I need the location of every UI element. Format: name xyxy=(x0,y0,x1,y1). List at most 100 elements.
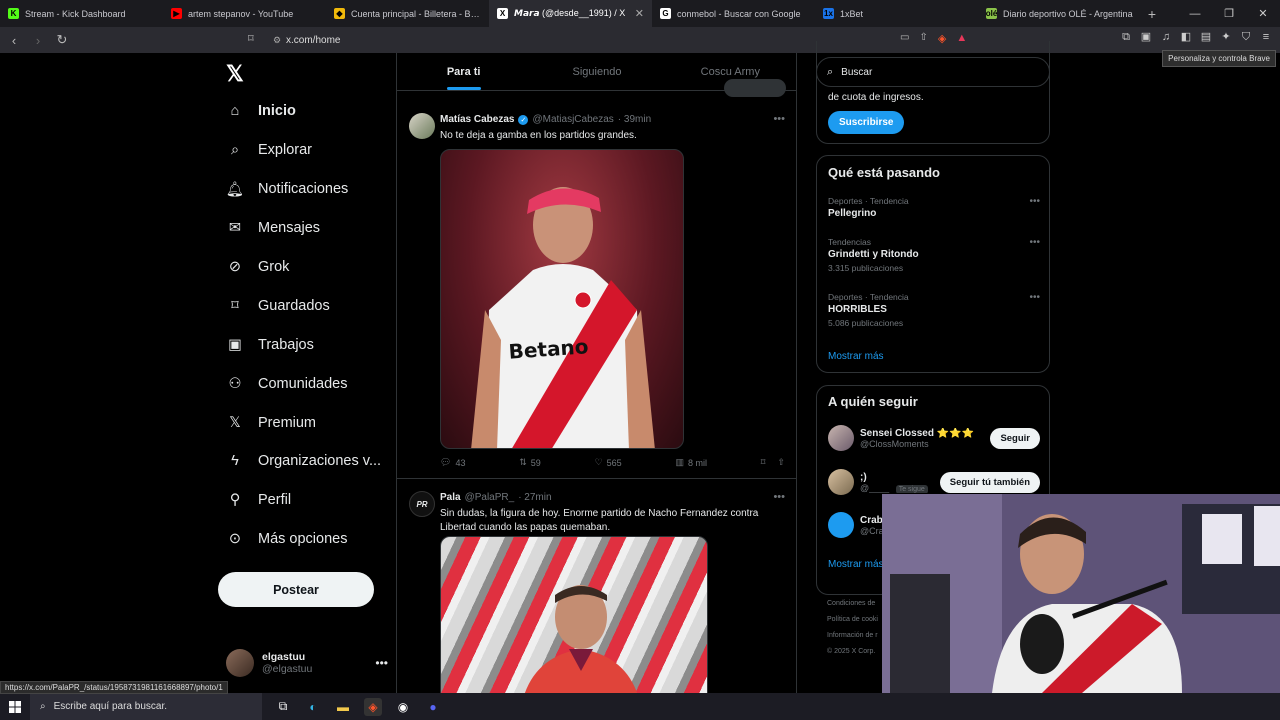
follow-button[interactable]: Seguir tú también xyxy=(939,471,1040,493)
sidebar-item-mensajes[interactable]: ✉ Mensajes xyxy=(226,219,320,237)
discord-icon[interactable]: ● xyxy=(424,698,442,716)
retweet-button[interactable]: ⇅ 59 xyxy=(519,457,541,468)
sidebar-item-label: Perfil xyxy=(258,492,292,508)
tab-siguiendo[interactable]: Siguiendo xyxy=(530,53,663,90)
sidebar-item-grok[interactable]: ⊘ Grok xyxy=(226,258,290,276)
footer-link[interactable]: © 2025 X Corp. xyxy=(827,644,878,660)
search-icon: ⌕ xyxy=(827,65,834,78)
sidebar-item-inicio[interactable]: ⌂ Inicio xyxy=(226,102,296,120)
author-name[interactable]: Pala xyxy=(440,492,461,503)
like-button[interactable]: ♡ 565 xyxy=(595,457,622,468)
browser-tab[interactable]: G conmebol - Buscar con Google xyxy=(652,0,815,27)
more-icon[interactable]: ••• xyxy=(1029,196,1040,207)
author-handle[interactable]: @MatiasjCabezas xyxy=(532,114,613,125)
footer-link[interactable]: Condiciones de xyxy=(827,596,878,612)
brave-icon[interactable]: ◈ xyxy=(364,697,382,716)
sidebar-item-notificaciones[interactable]: 🔔︎ Notificaciones xyxy=(226,180,348,198)
avatar[interactable]: PR xyxy=(409,491,435,517)
show-more-link[interactable]: Mostrar más xyxy=(828,351,884,362)
close-tab-icon[interactable]: ✕ xyxy=(635,7,644,20)
browser-tab[interactable]: olé Diario deportivo OLÉ - Argentina xyxy=(978,0,1141,27)
share-icon[interactable]: ⇧ xyxy=(777,457,785,468)
windows-start-icon[interactable] xyxy=(0,693,30,720)
reader-icon[interactable]: ▣ xyxy=(1140,31,1152,43)
obs-icon[interactable]: ◉ xyxy=(394,698,412,716)
taskbar-search-input[interactable]: ⌕ Escribe aquí para buscar. xyxy=(30,693,262,720)
new-posts-pill[interactable] xyxy=(724,79,786,97)
more-icon[interactable]: ••• xyxy=(375,656,388,670)
tweet-photo[interactable] xyxy=(440,536,708,693)
footer-link[interactable]: Información de r xyxy=(827,628,878,644)
sidebar-item-trabajos[interactable]: ▣ Trabajos xyxy=(226,336,314,354)
tweet[interactable]: Matías Cabezas ✓ @MatiasjCabezas · 39min… xyxy=(397,101,796,479)
author-handle[interactable]: @PalaPR_ xyxy=(465,492,515,503)
trend-item[interactable]: Deportes · Tendencia HORRIBLES 5.086 pub… xyxy=(828,292,1040,328)
restore-icon[interactable]: ❐ xyxy=(1212,7,1246,20)
media-icon[interactable]: ♫ xyxy=(1160,31,1172,43)
sidebar-item-más-opciones[interactable]: ⊙ Más opciones xyxy=(226,530,348,548)
close-icon[interactable]: ✕ xyxy=(1246,7,1280,20)
new-tab-button[interactable]: + xyxy=(1141,6,1163,22)
search-input[interactable]: ⌕ Buscar xyxy=(816,57,1050,87)
heart-icon: ♡ xyxy=(594,457,603,467)
extensions-icon[interactable]: ⧉ xyxy=(1120,31,1132,43)
avatar[interactable] xyxy=(409,113,435,139)
site-info-icon[interactable]: ⚙ xyxy=(268,35,286,46)
tweet-time[interactable]: · 39min xyxy=(618,114,651,125)
browser-tab[interactable]: 1x 1xBet xyxy=(815,0,978,27)
browser-tab[interactable]: X 𝙈𝙖𝙧𝙖 (@desde__1991) / X ✕ xyxy=(489,0,652,27)
browser-tab[interactable]: K Stream - Kick Dashboard xyxy=(0,0,163,27)
menu-icon[interactable]: ≡ xyxy=(1260,31,1272,43)
leo-icon[interactable]: ✦ xyxy=(1220,31,1232,43)
more-icon[interactable]: ••• xyxy=(773,113,785,125)
author-name[interactable]: Matías Cabezas xyxy=(440,114,514,125)
more-icon[interactable]: ••• xyxy=(1029,292,1040,303)
avatar[interactable] xyxy=(828,425,854,451)
sidebar-item-perfil[interactable]: ⚲ Perfil xyxy=(226,491,291,509)
browser-tab[interactable]: ▶ artem stepanov - YouTube xyxy=(163,0,326,27)
avatar[interactable] xyxy=(828,512,854,538)
x-logo-icon[interactable]: 𝕏 xyxy=(226,61,244,87)
edge-icon[interactable]: ◐ xyxy=(304,698,322,716)
tab-para-ti[interactable]: Para ti xyxy=(397,53,530,90)
post-button[interactable]: Postear xyxy=(218,572,374,607)
vpn-icon[interactable]: ⛉ xyxy=(1240,31,1252,43)
more-icon[interactable]: ••• xyxy=(1029,237,1040,248)
tab-favicon-icon: 1x xyxy=(823,8,834,19)
task-view-icon[interactable]: ⧉ xyxy=(274,698,292,716)
bookmark-page-icon[interactable]: ⌑ xyxy=(248,32,254,45)
sidebar-item-explorar[interactable]: ⌕ Explorar xyxy=(226,141,312,159)
tweet-photo[interactable]: Betano xyxy=(440,149,684,449)
follow-suggestion[interactable]: Sensei Clossed ⭐⭐⭐ @ClossMoments Seguir xyxy=(828,424,1040,452)
browser-tab[interactable]: ◆ Cuenta principal - Billetera - Binance xyxy=(326,0,489,27)
reply-button[interactable]: 💬︎ 43 xyxy=(440,457,465,468)
show-more-link[interactable]: Mostrar más xyxy=(828,559,884,570)
trend-name: HORRIBLES xyxy=(828,304,887,315)
subscribe-button[interactable]: Suscribirse xyxy=(828,111,905,134)
avatar[interactable] xyxy=(828,469,854,495)
reload-icon[interactable]: ↻ xyxy=(52,32,72,48)
follow-suggestion[interactable]: ;) @____ Te sigue Seguir tú también xyxy=(828,468,1040,496)
sidebar-item-comunidades[interactable]: ⚇ Comunidades xyxy=(226,375,348,393)
views-button[interactable]: ▥ 8 mil xyxy=(675,457,707,468)
account-switcher[interactable]: elgastuu @elgastuu ••• xyxy=(226,649,388,677)
tweet[interactable]: PR Pala @PalaPR_ · 27min ••• Sin dudas, … xyxy=(397,479,796,693)
sidebar-item-premium[interactable]: 𝕏 Premium xyxy=(226,414,316,432)
tweet-time[interactable]: · 27min xyxy=(518,492,551,503)
back-icon[interactable]: ‹ xyxy=(4,33,24,48)
sidebar-item-organizaciones-v[interactable]: ϟ Organizaciones v... xyxy=(226,452,381,470)
more-icon[interactable]: ••• xyxy=(773,491,785,503)
follow-button[interactable]: Seguir xyxy=(990,427,1040,449)
trend-item[interactable]: Tendencias Grindetti y Ritondo 3.315 pub… xyxy=(828,237,1040,273)
footer-link[interactable]: Política de cooki xyxy=(827,612,878,628)
bookmark-icon[interactable]: ⌑ xyxy=(761,457,766,468)
sidebar-icon[interactable]: ◧ xyxy=(1180,31,1192,43)
trend-item[interactable]: Deportes · Tendencia Pellegrino ••• xyxy=(828,196,1040,219)
sidebar-item-guardados[interactable]: ⌑ Guardados xyxy=(226,297,329,315)
minimize-icon[interactable]: — xyxy=(1178,8,1212,20)
file-explorer-icon[interactable]: ▬ xyxy=(334,698,352,716)
trend-name: Pellegrino xyxy=(828,208,877,219)
forward-icon[interactable]: › xyxy=(28,33,48,48)
wallet-icon[interactable]: ▤ xyxy=(1200,31,1212,43)
lightning-icon: ϟ xyxy=(231,453,239,469)
